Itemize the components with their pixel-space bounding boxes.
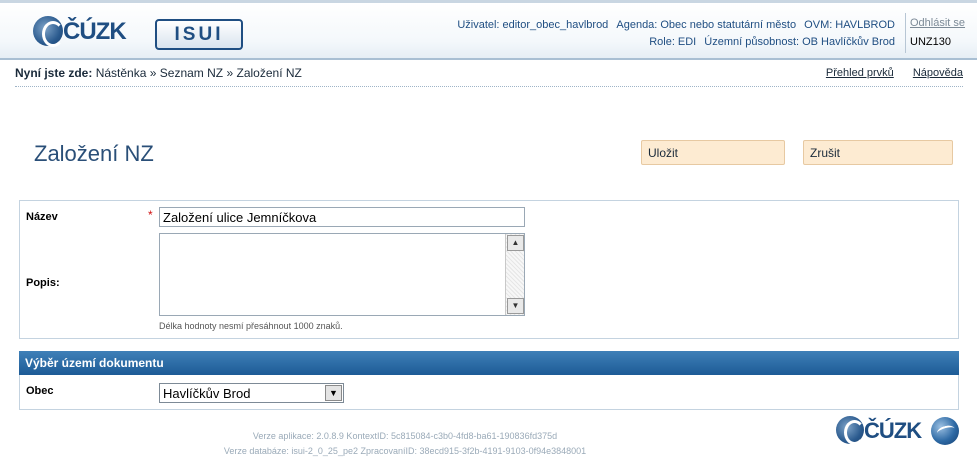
territory-label: Územní působnost: — [704, 36, 800, 48]
obec-label: Obec — [26, 385, 54, 397]
user-info-row-1: Uživatel: editor_obec_havlbrod Agenda: Obe… — [452, 17, 895, 34]
breadcrumb-item-dashboard[interactable]: Nástěnka — [96, 66, 147, 80]
save-button[interactable]: Uložit — [641, 140, 785, 165]
footer-cuzk-globe-icon — [836, 416, 865, 445]
breadcrumb-separator: » — [226, 66, 234, 80]
user-info: Uživatel: editor_obec_havlbrod Agenda: Obe… — [452, 17, 895, 51]
cancel-button[interactable]: Zrušit — [803, 140, 953, 165]
app-header: ČÚZK ISUI Uživatel: editor_obec_havlbrod … — [0, 0, 977, 60]
breadcrumb-divider — [15, 86, 963, 87]
ovm-label: OVM: — [804, 19, 833, 31]
isui-logo-text: ISUI — [174, 24, 224, 45]
footer-cuzk-logo-text: ČÚZK — [864, 418, 922, 443]
isui-logo[interactable]: ISUI — [155, 19, 243, 50]
scroll-up-icon[interactable]: ▲ — [507, 235, 524, 251]
breadcrumb: Nyní jste zde: Nástěnka » Seznam NZ » Za… — [15, 66, 302, 80]
breadcrumb-item-current: Založení NZ — [236, 66, 302, 80]
footer-db-version: Verze databáze: isui-2_0_25_pe2 Zpracova… — [223, 446, 587, 456]
name-label: Název — [26, 211, 58, 223]
footer-app-version: Verze aplikace: 2.0.8.9 KontextID: 5c815… — [252, 431, 558, 441]
agenda-label: Agenda: — [616, 19, 658, 31]
screen-code: UNZ130 — [910, 36, 951, 48]
ovm-value: HAVLBROD — [835, 19, 895, 31]
user-label: Uživatel: — [457, 19, 500, 31]
cuzk-logo-text: ČÚZK — [63, 18, 127, 45]
scroll-down-icon[interactable]: ▼ — [507, 298, 524, 314]
breadcrumb-prefix: Nyní jste zde: — [15, 66, 93, 80]
name-input[interactable]: Založení ulice Jemníčkova — [159, 207, 525, 227]
breadcrumb-separator: » — [149, 66, 157, 80]
description-label: Popis: — [26, 277, 60, 289]
chevron-down-icon[interactable]: ▼ — [325, 385, 342, 401]
top-links: Přehled prvků Nápověda — [810, 67, 963, 79]
iss-logo-icon — [931, 417, 959, 445]
obec-select-value: Havlíčkův Brod — [163, 386, 251, 401]
header-divider — [905, 13, 906, 53]
territory-value: OB Havlíčkův Brod — [802, 36, 895, 48]
cuzk-logo[interactable]: ČÚZK — [33, 15, 127, 49]
description-textarea[interactable]: ▲ ▼ — [159, 233, 525, 316]
obec-select[interactable]: Havlíčkův Brod ▼ — [159, 383, 344, 403]
role-label: Role: — [649, 36, 675, 48]
page-title: Založení NZ — [34, 141, 154, 166]
logout-link[interactable]: Odhlásit se — [910, 17, 965, 29]
overview-link[interactable]: Přehled prvků — [826, 67, 894, 79]
user-info-row-2: Role: EDI Územní působnost: OB Havlíčkův B… — [452, 34, 895, 51]
help-link[interactable]: Nápověda — [913, 67, 963, 79]
required-mark: * — [148, 208, 153, 222]
agenda-value: Obec nebo statutární město — [660, 19, 797, 31]
breadcrumb-item-list[interactable]: Seznam NZ — [160, 66, 223, 80]
territory-section-header: Výběr území dokumentu — [19, 351, 959, 375]
description-hint: Délka hodnoty nesmí přesáhnout 1000 znak… — [159, 321, 343, 331]
cuzk-globe-icon — [33, 16, 64, 47]
footer-cuzk-logo: ČÚZK — [836, 416, 926, 446]
role-value: EDI — [677, 36, 697, 48]
description-scrollbar[interactable]: ▲ ▼ — [505, 234, 524, 315]
user-value: editor_obec_havlbrod — [502, 19, 609, 31]
